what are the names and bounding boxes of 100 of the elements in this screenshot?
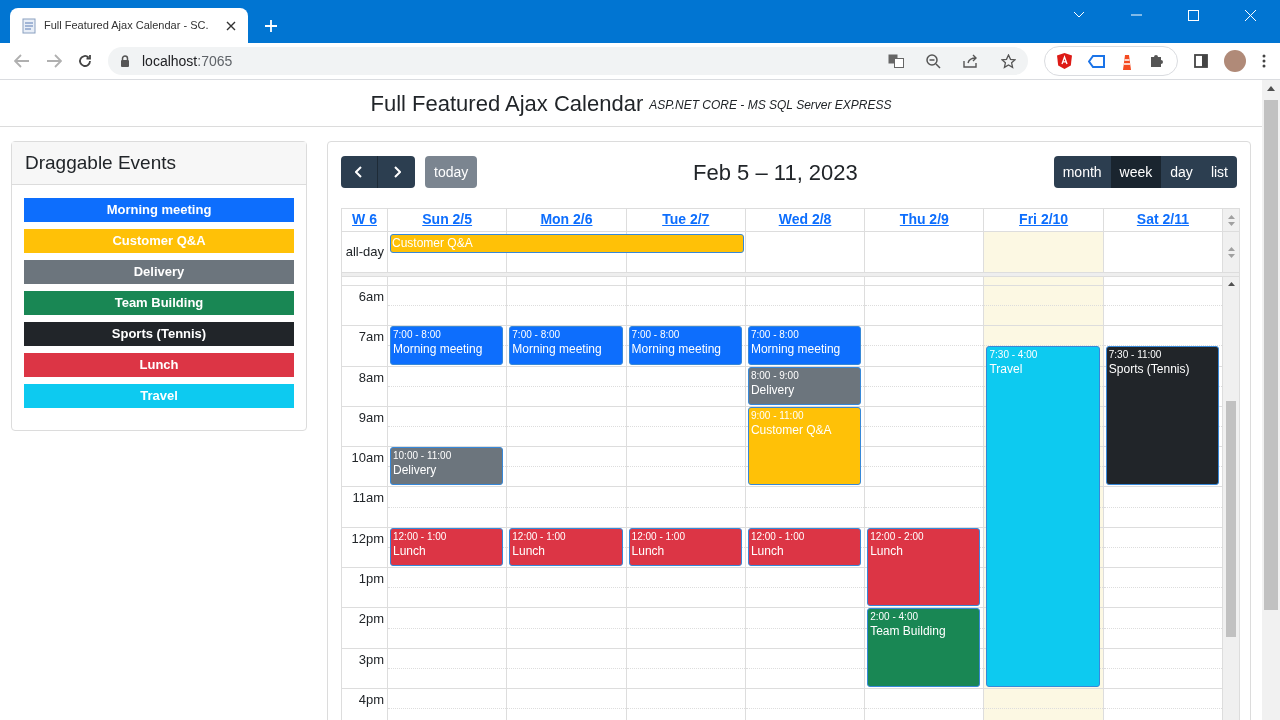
new-tab-icon[interactable] [264, 19, 278, 33]
calendar-event[interactable]: 10:00 - 11:00 Delivery [390, 447, 504, 486]
event-time: 7:30 - 11:00 [1108, 348, 1162, 362]
view-tab[interactable]: day [1161, 156, 1202, 188]
translate-icon[interactable] [888, 54, 904, 68]
event-time: 2:00 - 4:00 [870, 610, 918, 624]
view-tab[interactable]: list [1201, 156, 1237, 188]
hour-label: 12pm [351, 529, 384, 548]
draggable-event[interactable]: Morning meeting [24, 198, 294, 222]
chevron-left-icon [355, 166, 363, 178]
browser-tab[interactable]: Full Featured Ajax Calendar - SC. [10, 8, 248, 43]
event-title: Morning meeting [393, 341, 483, 358]
event-time: 8:00 - 9:00 [750, 368, 799, 382]
calendar-event[interactable]: 7:30 - 11:00 Sports (Tennis) [1105, 346, 1220, 486]
event-time: 7:00 - 8:00 [750, 328, 799, 342]
week-number-link[interactable]: W 6 [342, 209, 388, 231]
hour-label: 7am [358, 328, 384, 347]
address-bar[interactable]: localhost:7065 [108, 47, 1028, 75]
chevron-down-icon[interactable] [1073, 11, 1085, 19]
draggable-event[interactable]: Sports (Tennis) [24, 322, 294, 346]
side-panel-icon[interactable] [1194, 54, 1208, 68]
event-title: Delivery [393, 462, 437, 479]
event-time: 9:00 - 11:00 [750, 408, 804, 422]
hour-label: 2pm [358, 610, 384, 629]
event-title: Delivery [750, 381, 795, 398]
menu-icon[interactable] [1262, 54, 1266, 68]
page-title: Full Featured Ajax Calendar [370, 89, 644, 118]
event-title: Lunch [512, 542, 545, 559]
day-heading-link[interactable]: Sat 2/11 [1136, 209, 1189, 231]
calendar-scrollbar[interactable] [1223, 277, 1239, 720]
close-icon[interactable] [226, 20, 236, 31]
puzzle-icon[interactable] [1149, 53, 1165, 69]
day-heading-link[interactable]: Sun 2/5 [422, 209, 473, 231]
star-icon[interactable] [1001, 53, 1016, 69]
event-title: Morning meeting [512, 341, 602, 358]
view-tab[interactable]: week [1110, 156, 1162, 188]
maximize-icon[interactable] [1188, 9, 1199, 21]
calendar-event[interactable]: 12:00 - 2:00 Lunch [867, 527, 981, 607]
event-title: Customer Q&A [750, 421, 832, 438]
scrollbar-thumb[interactable] [1226, 401, 1236, 637]
scroll-up-icon[interactable] [1267, 86, 1275, 91]
avatar[interactable] [1224, 50, 1246, 72]
all-day-label: all-day [345, 243, 384, 262]
event-title: Lunch [870, 542, 903, 559]
reload-icon[interactable] [78, 54, 92, 68]
share-icon[interactable] [963, 54, 979, 68]
event-time: 12:00 - 1:00 [393, 529, 447, 543]
day-heading-link[interactable]: Thu 2/9 [899, 209, 949, 231]
event-title: Sports (Tennis) [1108, 361, 1190, 378]
day-heading-link[interactable]: Mon 2/6 [540, 209, 593, 231]
calendar-event[interactable]: 12:00 - 1:00 Lunch [747, 527, 862, 567]
day-heading-link[interactable]: Wed 2/8 [778, 209, 832, 231]
event-time: 10:00 - 11:00 [393, 449, 452, 463]
draggable-event[interactable]: Team Building [24, 291, 294, 315]
event-time: 7:00 - 8:00 [512, 328, 561, 342]
zoom-out-icon[interactable] [926, 53, 941, 69]
calendar-event[interactable]: 7:00 - 8:00 Morning meeting [628, 326, 742, 365]
url-text: localhost:7065 [142, 51, 233, 71]
calendar-event[interactable]: 7:00 - 8:00 Morning meeting [509, 326, 623, 365]
calendar-event[interactable]: 2:00 - 4:00 Team Building [867, 608, 981, 687]
event-title: Morning meeting [750, 341, 841, 358]
event-title: Lunch [631, 542, 665, 559]
calendar-title: Feb 5 – 11, 2023 [692, 158, 858, 187]
event-time: 12:00 - 1:00 [512, 529, 566, 543]
next-button[interactable] [378, 156, 415, 188]
hour-label: 1pm [358, 570, 384, 589]
hour-label: 4pm [358, 690, 384, 709]
view-tab[interactable]: month [1053, 156, 1111, 188]
draggable-event[interactable]: Delivery [24, 260, 294, 284]
previous-button[interactable] [341, 156, 378, 188]
hour-label: 3pm [358, 650, 384, 669]
event-time: 12:00 - 2:00 [870, 529, 924, 543]
calendar-event[interactable]: 12:00 - 1:00 Lunch [628, 527, 742, 567]
event-title: Lunch [750, 542, 784, 559]
event-title: Travel [989, 361, 1023, 378]
scroll-up-icon[interactable] [1228, 282, 1236, 286]
hour-label: 8am [358, 368, 384, 387]
day-heading-link[interactable]: Fri 2/10 [1019, 209, 1069, 231]
event-time: 7:00 - 8:00 [393, 328, 441, 342]
page-icon [22, 17, 36, 34]
scrollbar-thumb[interactable] [1264, 100, 1278, 610]
shield-icon[interactable] [1057, 53, 1072, 69]
lock-icon [120, 55, 130, 67]
calendar-event[interactable]: 7:00 - 8:00 Morning meeting [390, 326, 504, 365]
calendar-event[interactable]: 12:00 - 1:00 Lunch [509, 527, 623, 567]
tag-icon[interactable] [1088, 54, 1105, 68]
hour-label: 9am [358, 408, 384, 427]
tab-title: Full Featured Ajax Calendar - SC. [44, 18, 210, 34]
event-time: 12:00 - 1:00 [631, 529, 685, 543]
draggable-event[interactable]: Lunch [24, 353, 294, 377]
calendar-event[interactable]: 7:00 - 8:00 Morning meeting [747, 326, 862, 365]
day-heading-link[interactable]: Tue 2/7 [662, 209, 710, 231]
calendar-event[interactable]: 8:00 - 9:00 Delivery [747, 366, 862, 405]
sidebar-title: Draggable Events [25, 150, 177, 175]
event-title: Lunch [393, 542, 426, 559]
page-scrollbar[interactable] [1262, 80, 1280, 720]
hour-label: 6am [358, 288, 384, 306]
event-time: 7:30 - 4:00 [989, 348, 1038, 362]
event-title: Morning meeting [631, 341, 721, 358]
calendar-event[interactable]: 12:00 - 1:00 Lunch [390, 527, 504, 567]
